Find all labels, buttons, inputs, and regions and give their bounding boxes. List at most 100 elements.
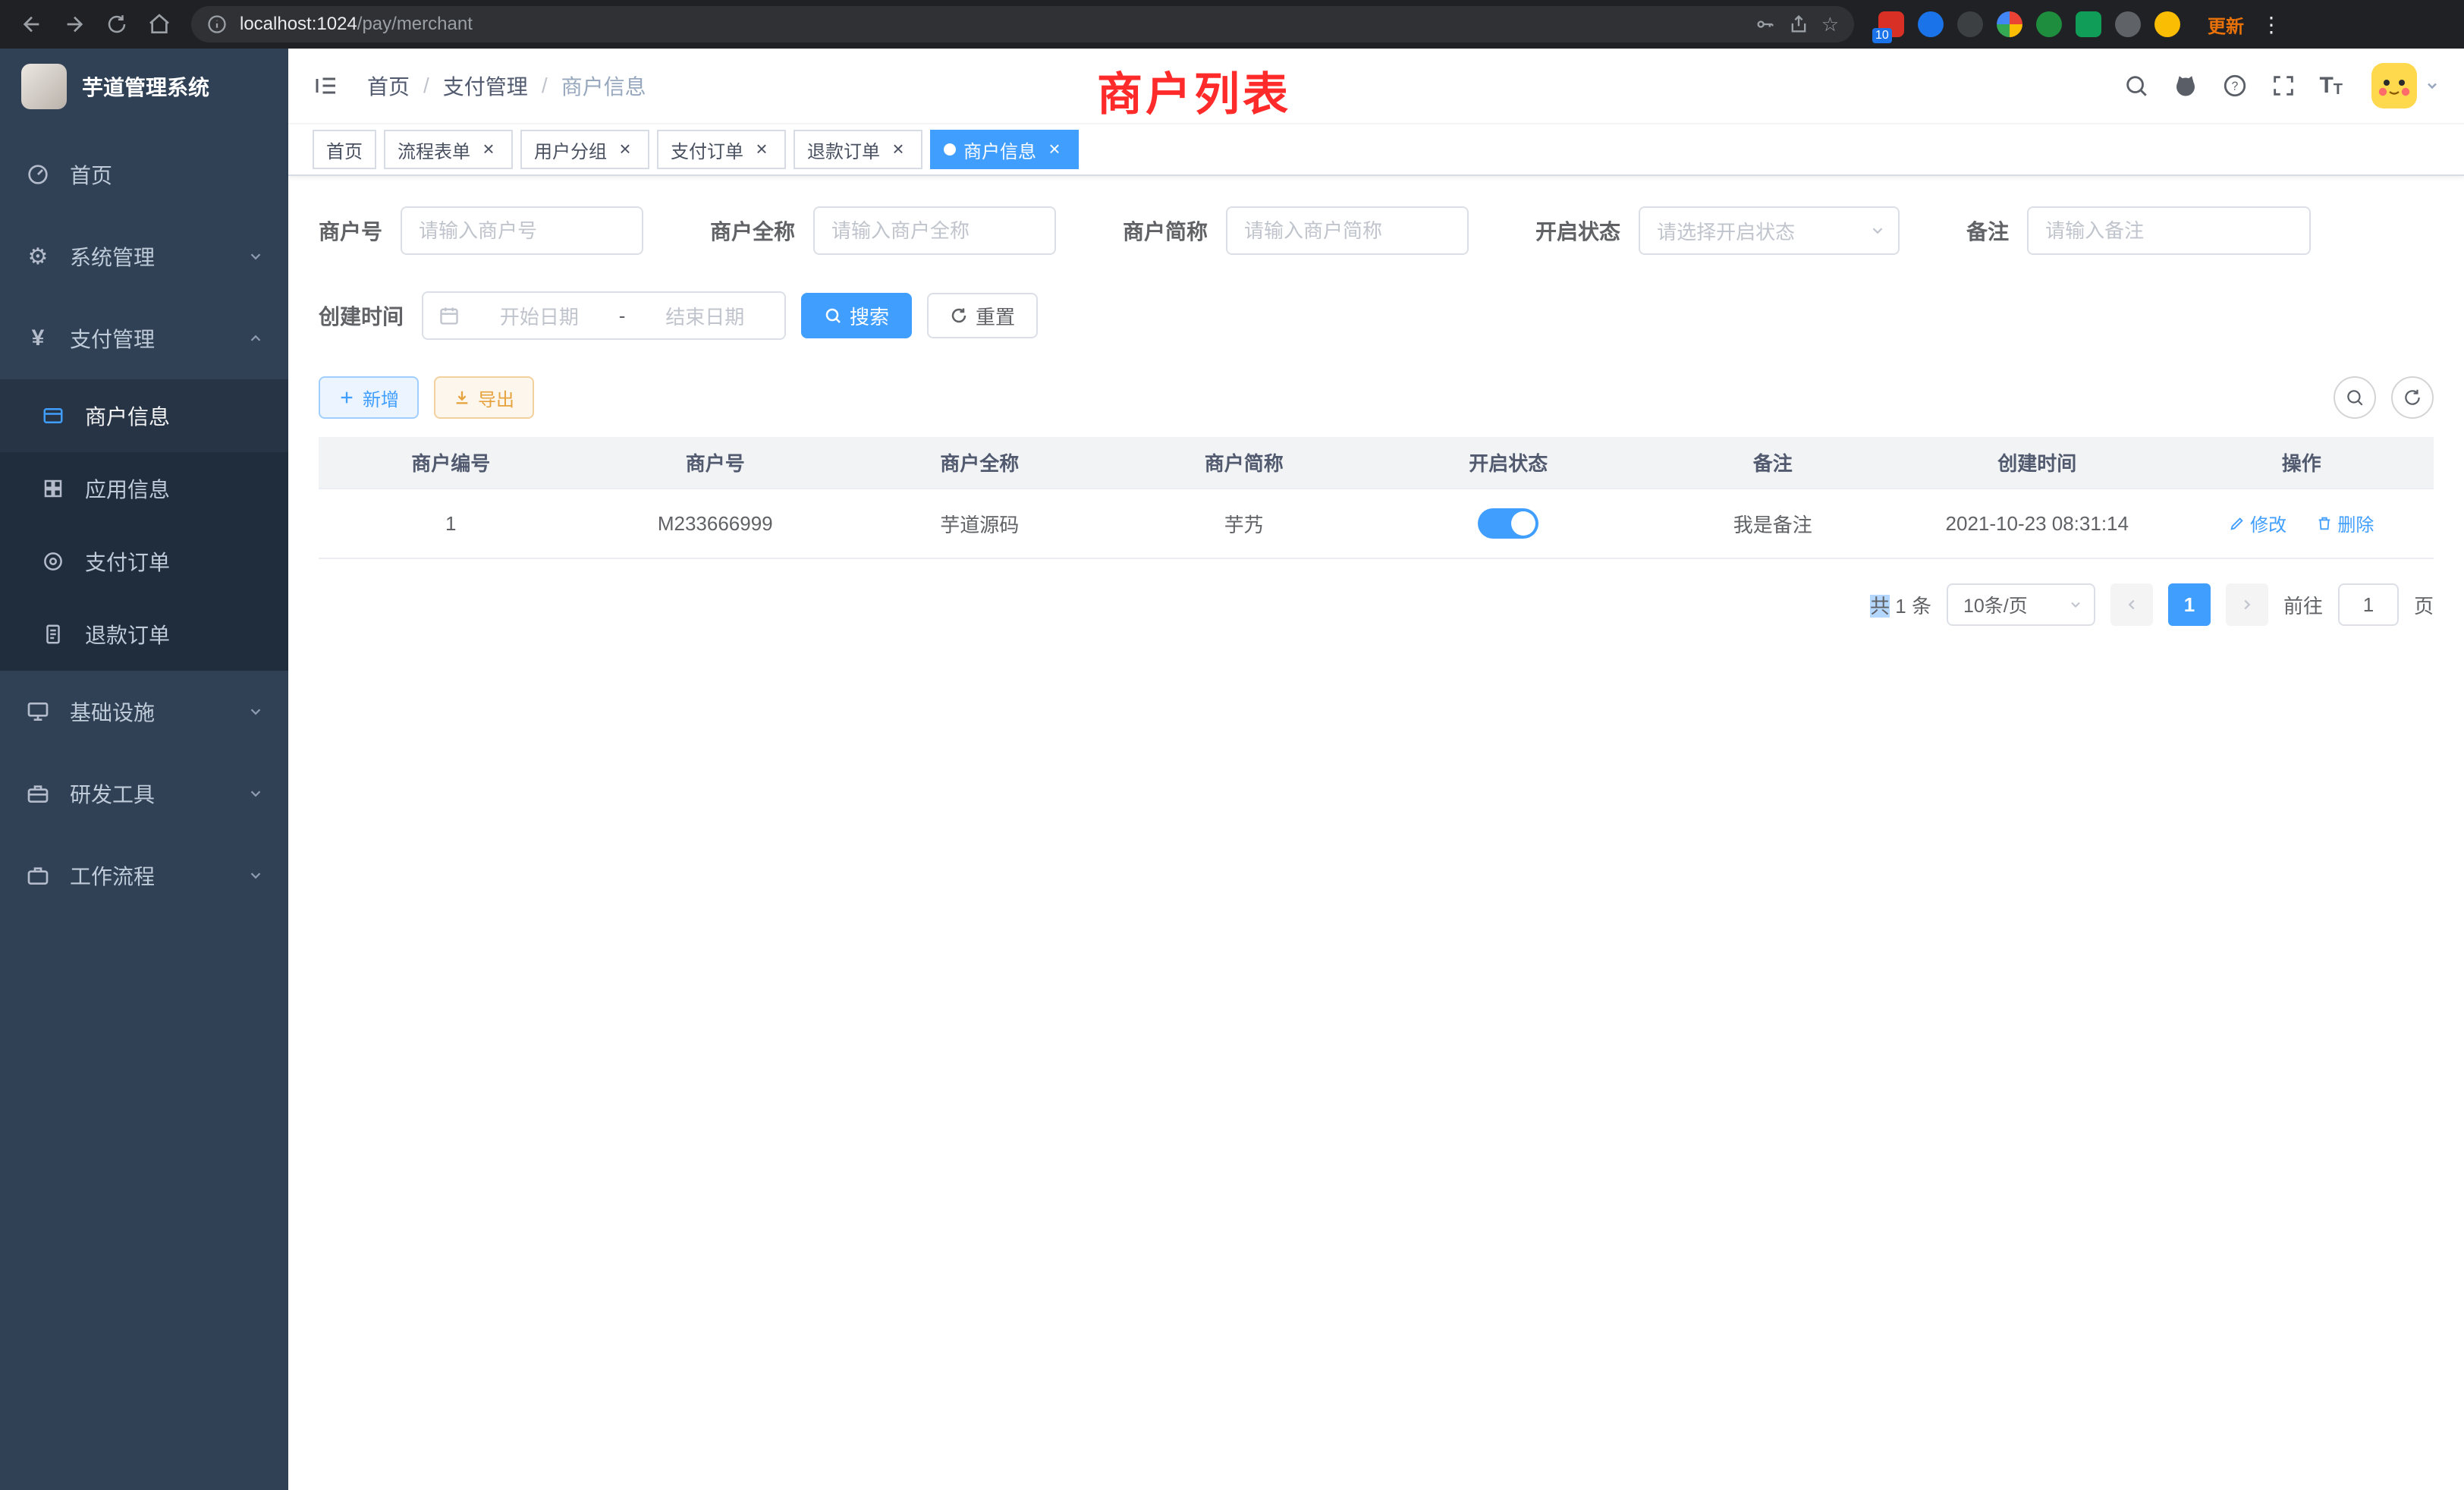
export-button[interactable]: 导出 xyxy=(434,376,534,419)
url-path: /pay/merchant xyxy=(357,14,473,34)
status-toggle[interactable] xyxy=(1478,508,1538,539)
table-toolbar: 新增 导出 xyxy=(319,376,2434,419)
page-unit-label: 页 xyxy=(2414,591,2434,619)
profile-avatar-icon[interactable] xyxy=(2154,11,2180,37)
add-button[interactable]: 新增 xyxy=(319,376,419,419)
breadcrumb-item[interactable]: 支付管理 xyxy=(443,71,528,101)
breadcrumb-separator: / xyxy=(542,74,548,98)
edit-link[interactable]: 修改 xyxy=(2229,510,2286,536)
extension-icon[interactable] xyxy=(2076,11,2101,37)
sidebar-item-home[interactable]: 首页 xyxy=(0,134,288,215)
browser-back-icon[interactable] xyxy=(12,5,52,44)
browser-forward-icon[interactable] xyxy=(55,5,94,44)
delete-link[interactable]: 删除 xyxy=(2316,510,2374,536)
page-number-button[interactable]: 1 xyxy=(2168,583,2211,626)
tab-process-form[interactable]: 流程表单 × xyxy=(384,130,513,169)
toggle-search-button[interactable] xyxy=(2334,376,2376,419)
create-time-range-picker[interactable]: 开始日期 - 结束日期 xyxy=(422,291,786,340)
url-text[interactable]: localhost:1024/pay/merchant xyxy=(240,14,1743,35)
close-icon[interactable]: × xyxy=(614,139,636,160)
password-key-icon[interactable] xyxy=(1755,14,1776,35)
page-size-select[interactable]: 10条/页 xyxy=(1947,583,2095,626)
sidebar-collapse-icon[interactable] xyxy=(313,72,340,99)
sidebar-item-pay[interactable]: ¥ 支付管理 xyxy=(0,297,288,379)
close-icon[interactable]: × xyxy=(888,139,909,160)
refresh-button[interactable] xyxy=(2391,376,2434,419)
short-name-input[interactable] xyxy=(1226,206,1469,255)
reset-button[interactable]: 重置 xyxy=(927,293,1038,338)
sidebar-item-infra[interactable]: 基础设施 xyxy=(0,671,288,753)
table-row: 1 M233666999 芋道源码 芋艿 我是备注 2021-10-23 08:… xyxy=(319,489,2434,558)
next-page-button[interactable] xyxy=(2226,583,2268,626)
refresh-icon xyxy=(950,306,968,325)
close-icon[interactable]: × xyxy=(751,139,772,160)
refresh-icon xyxy=(2403,388,2422,407)
browser-reload-icon[interactable] xyxy=(97,5,137,44)
create-time-label: 创建时间 xyxy=(319,300,404,331)
share-icon[interactable] xyxy=(1788,14,1809,35)
bookmark-star-icon[interactable]: ☆ xyxy=(1821,14,1839,34)
download-icon xyxy=(454,389,470,406)
extension-icon[interactable] xyxy=(1918,11,1944,37)
breadcrumb-item-current: 商户信息 xyxy=(561,71,646,101)
sidebar-item-refund-order[interactable]: 退款订单 xyxy=(0,598,288,671)
help-icon[interactable]: ? xyxy=(2222,73,2248,99)
font-size-icon[interactable]: TT xyxy=(2319,74,2343,97)
user-menu[interactable] xyxy=(2371,63,2440,108)
sidebar-item-label: 工作流程 xyxy=(70,860,155,891)
address-bar[interactable]: localhost:1024/pay/merchant ☆ xyxy=(191,6,1854,42)
extension-icon[interactable] xyxy=(1997,11,2022,37)
status-label: 开启状态 xyxy=(1535,215,1620,246)
logo-avatar xyxy=(21,64,67,109)
sidebar: 芋道管理系统 首页 ⚙ 系统管理 ¥ xyxy=(0,49,288,1490)
pencil-icon xyxy=(2229,515,2246,532)
chevron-down-icon xyxy=(247,703,264,720)
col-full-name: 商户全称 xyxy=(847,437,1112,489)
sidebar-item-app-info[interactable]: 应用信息 xyxy=(0,452,288,525)
merchant-no-input[interactable] xyxy=(401,206,643,255)
col-create-time: 创建时间 xyxy=(1905,437,2170,489)
fullscreen-icon[interactable] xyxy=(2271,73,2296,99)
search-button[interactable]: 搜索 xyxy=(801,293,912,338)
close-icon[interactable]: × xyxy=(1044,139,1065,160)
info-icon[interactable] xyxy=(206,14,228,35)
sidebar-item-merchant-info[interactable]: 商户信息 xyxy=(0,379,288,452)
goto-label: 前往 xyxy=(2283,591,2323,619)
tab-refund-order[interactable]: 退款订单 × xyxy=(794,130,922,169)
goto-page-input[interactable] xyxy=(2338,583,2399,626)
sidebar-item-workflow[interactable]: 工作流程 xyxy=(0,835,288,916)
prev-page-button[interactable] xyxy=(2110,583,2153,626)
full-name-input[interactable] xyxy=(813,206,1056,255)
sidebar-item-pay-order[interactable]: 支付订单 xyxy=(0,525,288,598)
date-range-separator: - xyxy=(619,304,626,328)
short-name-label: 商户简称 xyxy=(1123,215,1208,246)
url-host: localhost:1024 xyxy=(240,14,357,34)
sidebar-item-devtools[interactable]: 研发工具 xyxy=(0,753,288,835)
tab-pay-order[interactable]: 支付订单 × xyxy=(657,130,786,169)
github-icon[interactable] xyxy=(2172,72,2199,99)
extension-icon[interactable] xyxy=(2115,11,2141,37)
browser-menu-icon[interactable]: ⋮ xyxy=(2259,12,2283,37)
user-avatar xyxy=(2371,63,2417,108)
remark-input[interactable] xyxy=(2027,206,2311,255)
close-icon[interactable]: × xyxy=(478,139,499,160)
search-icon[interactable] xyxy=(2123,73,2149,99)
chrome-update-button[interactable]: 更新 xyxy=(2208,11,2244,38)
browser-home-icon[interactable] xyxy=(140,5,179,44)
tab-user-group[interactable]: 用户分组 × xyxy=(520,130,649,169)
navbar-actions: ? TT xyxy=(2123,63,2440,108)
sidebar-item-label: 商户信息 xyxy=(85,401,170,431)
cell-full-name: 芋道源码 xyxy=(847,489,1112,558)
extension-icon[interactable] xyxy=(1957,11,1983,37)
sidebar-item-label: 退款订单 xyxy=(85,619,170,649)
tab-merchant-info[interactable]: 商户信息 × xyxy=(930,130,1079,169)
pay-submenu: 商户信息 应用信息 支付订单 xyxy=(0,379,288,671)
extension-icon[interactable]: 10 xyxy=(1878,11,1904,37)
pagination-total-selected: 共 xyxy=(1870,595,1890,618)
sidebar-item-system[interactable]: ⚙ 系统管理 xyxy=(0,215,288,297)
tab-home[interactable]: 首页 xyxy=(313,130,376,169)
breadcrumb-item[interactable]: 首页 xyxy=(367,71,410,101)
extensions-tray: 10 xyxy=(1878,11,2180,37)
status-select[interactable]: 请选择开启状态 xyxy=(1639,206,1900,255)
extension-icon[interactable] xyxy=(2036,11,2062,37)
